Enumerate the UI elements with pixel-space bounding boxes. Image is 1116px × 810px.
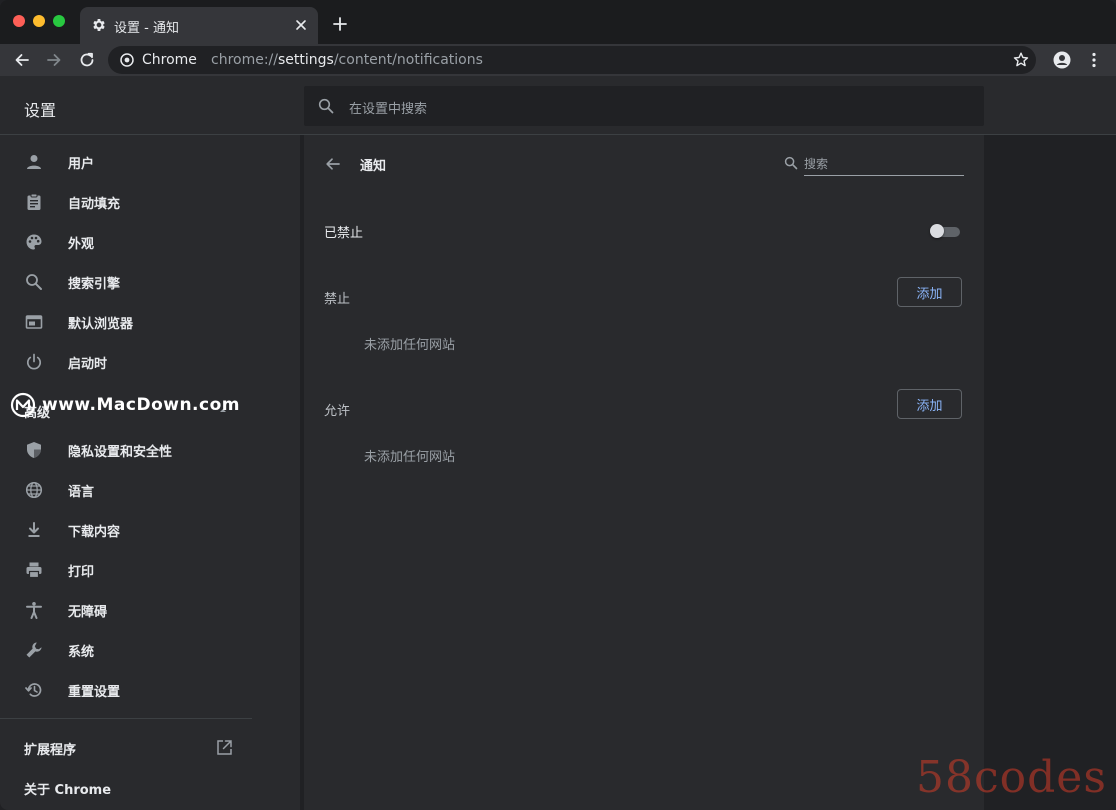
macdown-logo-icon xyxy=(10,392,36,418)
sidebar-item-label: 语言 xyxy=(68,485,95,500)
settings-header: 设置 在设置中搜索 xyxy=(0,76,1116,135)
add-allowed-site-button[interactable]: 添加 xyxy=(897,389,962,419)
sidebar-item-autofill[interactable]: 自动填充 xyxy=(0,182,300,222)
globe-icon xyxy=(25,481,43,499)
profile-avatar-icon[interactable] xyxy=(1053,51,1071,69)
sidebar-item-label: 启动时 xyxy=(68,357,108,372)
sidebar-item-label: 自动填充 xyxy=(68,197,121,212)
palette-icon xyxy=(25,233,43,251)
power-icon xyxy=(25,353,43,371)
browser-window-icon xyxy=(25,313,43,331)
reload-icon[interactable] xyxy=(78,51,96,69)
search-icon xyxy=(318,98,334,114)
chrome-logo-icon xyxy=(120,53,134,67)
sidebar-item-search-engine[interactable]: 搜索引擎 xyxy=(0,262,300,302)
search-placeholder: 在设置中搜索 xyxy=(349,102,428,117)
subpage-title: 通知 xyxy=(360,159,387,174)
block-section-title: 禁止 xyxy=(324,292,351,307)
download-icon xyxy=(25,521,43,539)
url-host: settings xyxy=(278,52,334,68)
sidebar-item-default-browser[interactable]: 默认浏览器 xyxy=(0,302,300,342)
notifications-card: 通知 搜索 已禁止 禁止 添加 未添加任何网站 允许 添加 未添加任何网站 xyxy=(304,135,984,810)
search-icon xyxy=(784,156,798,170)
sidebar-item-on-startup[interactable]: 启动时 xyxy=(0,342,300,382)
toggle-knob xyxy=(930,224,944,238)
sidebar-item-about[interactable]: 关于 Chrome xyxy=(24,779,111,798)
back-icon[interactable] xyxy=(13,51,31,69)
url-text[interactable]: chrome://settings/content/notifications xyxy=(211,52,483,68)
sidebar-item-label: 重置设置 xyxy=(68,685,121,700)
toolbar: Chrome chrome://settings/content/notific… xyxy=(0,44,1116,76)
sidebar-item-label: 下载内容 xyxy=(68,525,121,540)
sidebar-item-label: 用户 xyxy=(68,157,95,172)
blocked-toggle-label: 已禁止 xyxy=(324,226,364,241)
add-blocked-site-button[interactable]: 添加 xyxy=(897,277,962,307)
url-path: /content/notifications xyxy=(333,52,483,68)
sidebar-item-label: 外观 xyxy=(68,237,95,252)
subpage-search-input[interactable]: 搜索 xyxy=(804,153,964,176)
new-tab-icon[interactable] xyxy=(332,16,348,32)
person-icon xyxy=(25,153,43,171)
tab-settings[interactable]: 设置 - 通知 xyxy=(80,7,318,44)
window-close-button[interactable] xyxy=(13,15,25,27)
sidebar-item-downloads[interactable]: 下载内容 xyxy=(0,510,300,550)
subpage-search-placeholder: 搜索 xyxy=(804,157,829,171)
sidebar-item-label: 默认浏览器 xyxy=(68,317,134,332)
settings-search-input[interactable]: 在设置中搜索 xyxy=(304,86,984,126)
sidebar-item-printing[interactable]: 打印 xyxy=(0,550,300,590)
sidebar-item-label: 无障碍 xyxy=(68,605,108,620)
printer-icon xyxy=(25,561,43,579)
shield-icon xyxy=(25,441,43,459)
wrench-icon xyxy=(25,641,43,659)
search-icon xyxy=(25,273,43,291)
blocked-toggle[interactable] xyxy=(930,224,962,238)
sidebar-item-appearance[interactable]: 外观 xyxy=(0,222,300,262)
sidebar-item-accessibility[interactable]: 无障碍 xyxy=(0,590,300,630)
more-menu-icon[interactable] xyxy=(1085,51,1103,69)
site-chip: Chrome xyxy=(142,52,197,68)
bookmark-star-icon[interactable] xyxy=(1012,51,1030,69)
page-title: 设置 xyxy=(24,101,57,120)
sidebar-item-label: 隐私设置和安全性 xyxy=(68,445,173,460)
back-arrow-icon[interactable] xyxy=(324,155,342,173)
block-empty-message: 未添加任何网站 xyxy=(364,338,456,353)
site-watermark: www.MacDown.com xyxy=(42,395,240,415)
window-minimize-button[interactable] xyxy=(33,15,45,27)
sidebar-item-reset[interactable]: 重置设置 xyxy=(0,670,300,710)
browser-window: 设置 - 通知 Chrome chrome://settings/content… xyxy=(0,0,1116,810)
address-bar[interactable]: Chrome chrome://settings/content/notific… xyxy=(108,46,1036,74)
restore-icon xyxy=(25,681,43,699)
sidebar-item-people[interactable]: 用户 xyxy=(0,142,300,182)
open-in-new-icon[interactable] xyxy=(216,739,233,756)
forward-icon[interactable] xyxy=(45,51,63,69)
sidebar-item-label: 打印 xyxy=(68,565,95,580)
window-zoom-button[interactable] xyxy=(53,15,65,27)
allow-section-title: 允许 xyxy=(324,404,351,419)
corner-watermark: 58codes xyxy=(916,752,1107,803)
close-icon[interactable] xyxy=(292,16,310,34)
sidebar-item-label: 搜索引擎 xyxy=(68,277,121,292)
url-scheme: chrome:// xyxy=(211,52,278,68)
sidebar-item-languages[interactable]: 语言 xyxy=(0,470,300,510)
sidebar-item-extensions[interactable]: 扩展程序 xyxy=(24,739,76,758)
sidebar-item-privacy[interactable]: 隐私设置和安全性 xyxy=(0,430,300,470)
gear-icon xyxy=(91,17,107,33)
sidebar: 用户 自动填充 外观 搜索引擎 默认浏览器 启动时 高级 www.MacDown… xyxy=(0,135,300,810)
allow-empty-message: 未添加任何网站 xyxy=(364,450,456,465)
tab-title: 设置 - 通知 xyxy=(114,21,179,36)
clipboard-icon xyxy=(25,193,43,211)
tab-strip: 设置 - 通知 xyxy=(0,0,1116,44)
sidebar-item-system[interactable]: 系统 xyxy=(0,630,300,670)
sidebar-item-label: 系统 xyxy=(68,645,95,660)
sidebar-divider xyxy=(0,718,252,719)
accessibility-icon xyxy=(25,601,43,619)
